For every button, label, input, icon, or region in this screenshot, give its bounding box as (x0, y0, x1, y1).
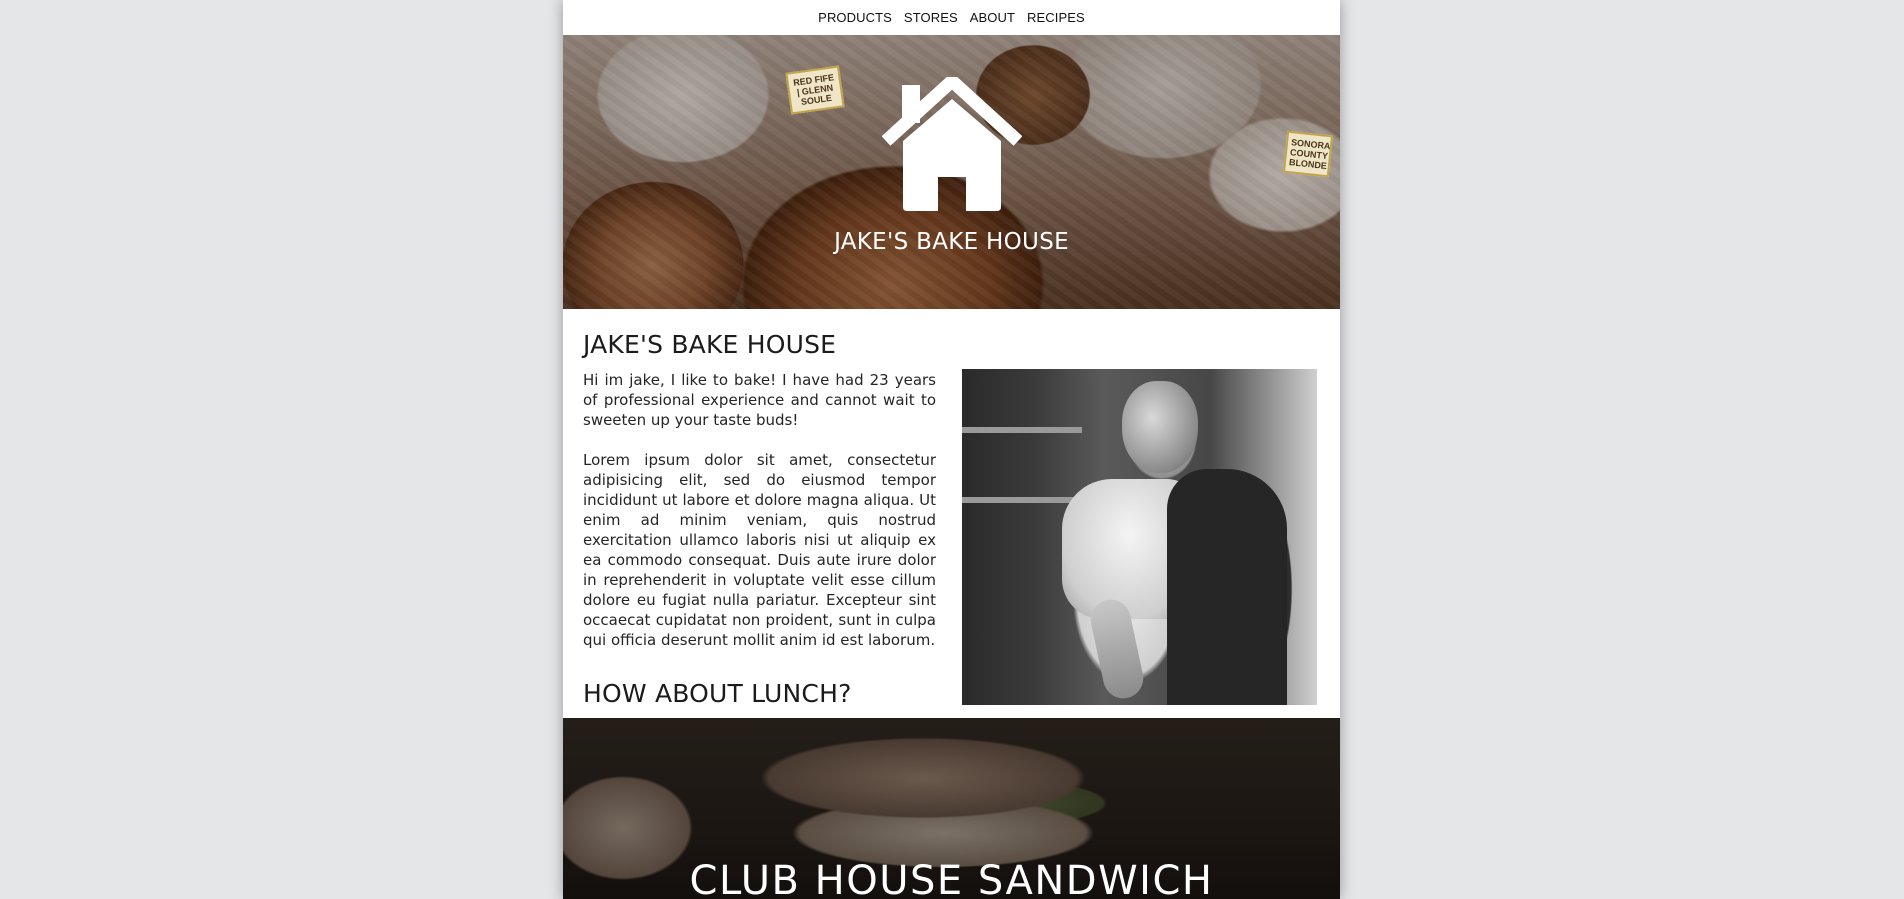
nav-stores[interactable]: STORES (898, 10, 964, 25)
page-container: PRODUCTS STORES ABOUT RECIPES RED FIFE |… (563, 0, 1340, 899)
hero-content: JAKE'S BAKE HOUSE (563, 35, 1340, 309)
chef-photo (962, 369, 1317, 705)
lunch-heading: HOW ABOUT LUNCH? (583, 679, 852, 708)
hero-title: JAKE'S BAKE HOUSE (834, 229, 1069, 255)
about-text: Hi im jake, I like to bake! I have had 2… (583, 370, 936, 650)
about-body-paragraph: Lorem ipsum dolor sit amet, consectetur … (583, 451, 936, 649)
nav-products[interactable]: PRODUCTS (812, 10, 898, 25)
lunch-banner: CLUB HOUSE SANDWICH (563, 718, 1340, 899)
hero-banner: RED FIFE | GLENN SOULE SONORA COUNTY BLO… (563, 35, 1340, 309)
photo-chef-apron (1167, 469, 1287, 705)
about-intro-paragraph: Hi im jake, I like to bake! I have had 2… (583, 371, 936, 429)
about-section: JAKE'S BAKE HOUSE Hi im jake, I like to … (563, 309, 1340, 718)
photo-shelf (962, 427, 1082, 433)
nav-recipes[interactable]: RECIPES (1021, 10, 1091, 25)
home-icon (881, 77, 1022, 211)
about-heading: JAKE'S BAKE HOUSE (583, 330, 837, 359)
nav-about[interactable]: ABOUT (964, 10, 1021, 25)
photo-chef-head (1122, 381, 1198, 473)
top-nav: PRODUCTS STORES ABOUT RECIPES (563, 0, 1340, 35)
lunch-banner-title: CLUB HOUSE SANDWICH (689, 858, 1214, 899)
